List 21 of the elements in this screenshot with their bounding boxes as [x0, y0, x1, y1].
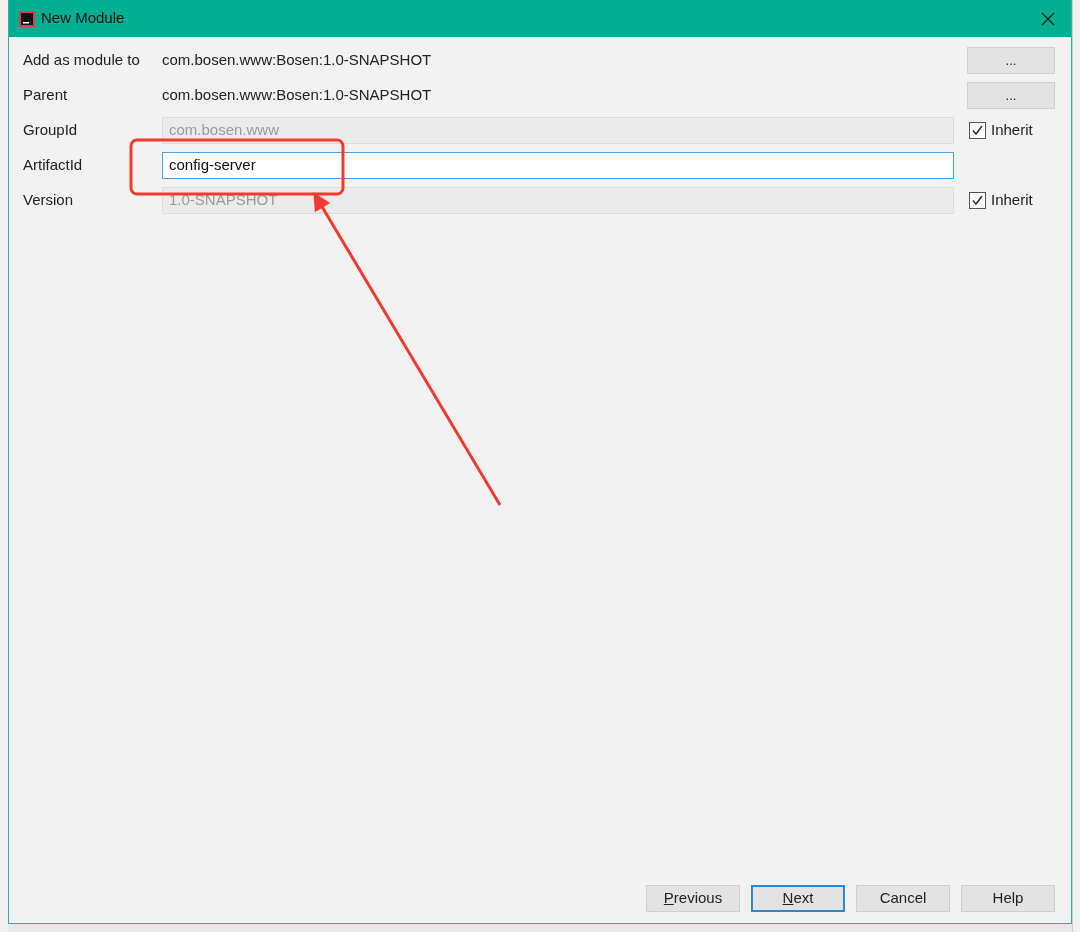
window-title: New Module: [41, 8, 125, 29]
field-label: Add as module to: [23, 50, 141, 71]
dialog-button[interactable]: Cancel: [856, 885, 950, 912]
field-label: Parent: [23, 85, 69, 106]
browse-button[interactable]: ...: [967, 82, 1055, 109]
dialog-button[interactable]: Previous: [646, 885, 740, 912]
check-icon: [971, 194, 984, 207]
checkbox-label: Inherit: [991, 190, 1033, 211]
input-field[interactable]: config-server: [162, 152, 954, 179]
app-logo-icon: [19, 10, 35, 27]
checkbox-label: Inherit: [991, 120, 1033, 141]
browse-button[interactable]: ...: [967, 47, 1055, 74]
field-value: com.bosen.www:Bosen:1.0-SNAPSHOT: [162, 50, 433, 71]
field-label: Version: [23, 190, 75, 211]
check-icon: [971, 124, 984, 137]
field-label: ArtifactId: [23, 155, 84, 176]
field-label: GroupId: [23, 120, 79, 141]
field-value: com.bosen.www:Bosen:1.0-SNAPSHOT: [162, 85, 433, 106]
dialog-button[interactable]: Next: [751, 885, 845, 912]
close-icon[interactable]: [1041, 11, 1055, 26]
dialog-button[interactable]: Help: [961, 885, 1055, 912]
